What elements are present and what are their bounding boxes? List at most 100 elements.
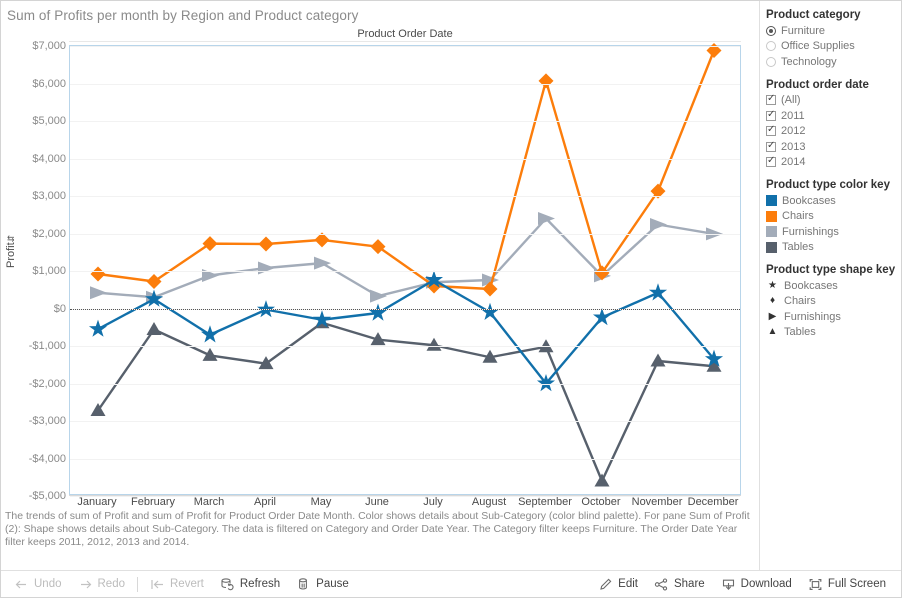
checkbox-icon-checked[interactable]: [766, 140, 776, 152]
data-point-marker[interactable]: [538, 212, 555, 225]
checkbox-option-2014[interactable]: 2014: [766, 155, 901, 171]
data-point-marker[interactable]: [650, 353, 666, 367]
y-axis-title[interactable]: Profit⇵: [5, 235, 17, 268]
shape-legend-item-bookcases[interactable]: ★ Bookcases: [766, 278, 901, 294]
y-axis-tick-label: $5,000: [32, 115, 66, 127]
data-point-marker[interactable]: [592, 308, 612, 326]
data-point-marker[interactable]: [258, 261, 275, 275]
x-axis-tick-label[interactable]: December: [688, 496, 739, 508]
series-tables[interactable]: [90, 315, 722, 487]
grid-line: [70, 121, 740, 122]
checkbox-label: 2014: [781, 156, 806, 169]
data-point-marker[interactable]: [370, 239, 386, 255]
fullscreen-button[interactable]: Full Screen: [801, 574, 893, 595]
x-axis-tick-label[interactable]: July: [423, 496, 443, 508]
x-axis-tick-label[interactable]: September: [518, 496, 572, 508]
checkbox-icon-checked[interactable]: [766, 124, 776, 137]
checkbox-icon-checked[interactable]: [766, 109, 776, 121]
column-shelf-header[interactable]: Product Order Date: [69, 27, 741, 42]
product-category-filter: Product category Furniture Office Suppli…: [766, 9, 901, 70]
data-point-marker[interactable]: [648, 283, 668, 301]
color-swatch-icon[interactable]: [766, 210, 777, 222]
revert-button[interactable]: Revert: [143, 574, 211, 595]
edit-button[interactable]: Edit: [591, 574, 645, 595]
radio-option-technology[interactable]: Technology: [766, 54, 901, 70]
data-point-marker[interactable]: [258, 236, 274, 252]
data-point-marker[interactable]: [146, 322, 162, 335]
data-point-marker[interactable]: [538, 73, 554, 89]
download-button[interactable]: Download: [714, 574, 799, 595]
shape-legend: Product type shape key ★ Bookcases ♦ Cha…: [766, 264, 901, 340]
triangle-up-icon[interactable]: ▲: [766, 327, 779, 337]
y-axis-tick-label: -$1,000: [28, 340, 66, 352]
series-line: [97, 278, 715, 385]
shape-legend-item-tables[interactable]: ▲ Tables: [766, 325, 901, 341]
star-icon[interactable]: ★: [766, 280, 779, 291]
data-point-marker[interactable]: [200, 325, 220, 343]
undo-button[interactable]: Undo: [7, 574, 69, 595]
redo-button[interactable]: Redo: [71, 574, 133, 595]
x-axis-tick-label[interactable]: March: [194, 496, 225, 508]
x-axis-tick-label[interactable]: April: [254, 496, 276, 508]
data-point-marker[interactable]: [146, 274, 162, 289]
x-axis-tick-label[interactable]: October: [581, 496, 620, 508]
y-axis-tick-label: $2,000: [32, 227, 66, 240]
data-point-marker[interactable]: [480, 302, 500, 320]
share-label: Share: [673, 578, 705, 590]
x-axis-tick-label[interactable]: May: [311, 496, 332, 508]
radio-icon-unselected[interactable]: [766, 41, 776, 52]
shape-legend-item-furnishings[interactable]: ▶ Furnishings: [766, 309, 901, 325]
sort-indicator-icon[interactable]: ⇵: [6, 235, 16, 243]
color-legend-item-chairs[interactable]: Chairs: [766, 209, 901, 225]
radio-label: Furniture: [781, 24, 826, 37]
refresh-button[interactable]: Refresh: [213, 574, 287, 595]
color-swatch-icon[interactable]: [766, 241, 777, 253]
color-swatch-icon[interactable]: [766, 195, 777, 207]
diamond-icon[interactable]: ♦: [766, 296, 779, 306]
pencil-icon: [598, 577, 613, 592]
checkbox-option-2012[interactable]: 2012: [766, 124, 901, 140]
data-point-marker[interactable]: [368, 303, 388, 321]
radio-option-furniture[interactable]: Furniture: [766, 23, 901, 39]
triangle-right-icon[interactable]: ▶: [766, 311, 779, 322]
y-axis-tick-label: -$4,000: [28, 452, 66, 465]
legend-column: Product category Furniture Office Suppli…: [759, 1, 901, 570]
data-point-marker[interactable]: [202, 236, 218, 252]
x-axis-tick-label[interactable]: August: [472, 496, 506, 508]
shape-legend-item-chairs[interactable]: ♦ Chairs: [766, 294, 901, 310]
data-point-marker[interactable]: [594, 473, 610, 487]
refresh-label: Refresh: [239, 578, 281, 590]
data-point-marker[interactable]: [88, 319, 108, 337]
data-point-marker[interactable]: [370, 289, 387, 303]
x-axis-tick-label[interactable]: January: [77, 496, 116, 508]
share-button[interactable]: Share: [647, 574, 712, 595]
checkbox-option-2013[interactable]: 2013: [766, 139, 901, 155]
plot-area[interactable]: $7,000 $6,000 $5,000 $4,000 $3,000 $2,000 $1,0…: [29, 40, 741, 502]
data-point-marker[interactable]: [90, 286, 107, 300]
data-point-marker[interactable]: [90, 266, 106, 282]
checkbox-icon-checked[interactable]: [766, 93, 776, 106]
series-furnishings[interactable]: [90, 212, 723, 304]
x-axis-tick-label[interactable]: June: [365, 496, 389, 508]
pause-button[interactable]: Pause: [289, 574, 356, 595]
radio-icon-unselected[interactable]: [766, 56, 776, 67]
radio-icon-selected[interactable]: [766, 25, 776, 36]
series-chairs[interactable]: [90, 43, 722, 297]
color-legend-item-furnishings[interactable]: Furnishings: [766, 224, 901, 240]
y-axis-tick-label: $1,000: [32, 265, 66, 277]
edit-label: Edit: [618, 578, 638, 590]
checkbox-option-all[interactable]: (All): [766, 93, 901, 109]
radio-option-office-supplies[interactable]: Office Supplies: [766, 39, 901, 55]
x-axis-tick-label[interactable]: November: [632, 496, 683, 508]
checkbox-icon-checked[interactable]: [766, 155, 776, 168]
x-axis-tick-label[interactable]: February: [131, 496, 175, 508]
color-legend-item-bookcases[interactable]: Bookcases: [766, 193, 901, 209]
data-point-marker[interactable]: [650, 218, 667, 231]
pause-icon: [296, 577, 311, 592]
grid-line: [70, 458, 740, 460]
data-point-marker[interactable]: [202, 347, 218, 361]
color-legend-item-tables[interactable]: Tables: [766, 240, 901, 256]
checkbox-option-2011[interactable]: 2011: [766, 108, 901, 124]
color-swatch-icon[interactable]: [766, 226, 777, 238]
data-point-marker[interactable]: [314, 232, 330, 248]
